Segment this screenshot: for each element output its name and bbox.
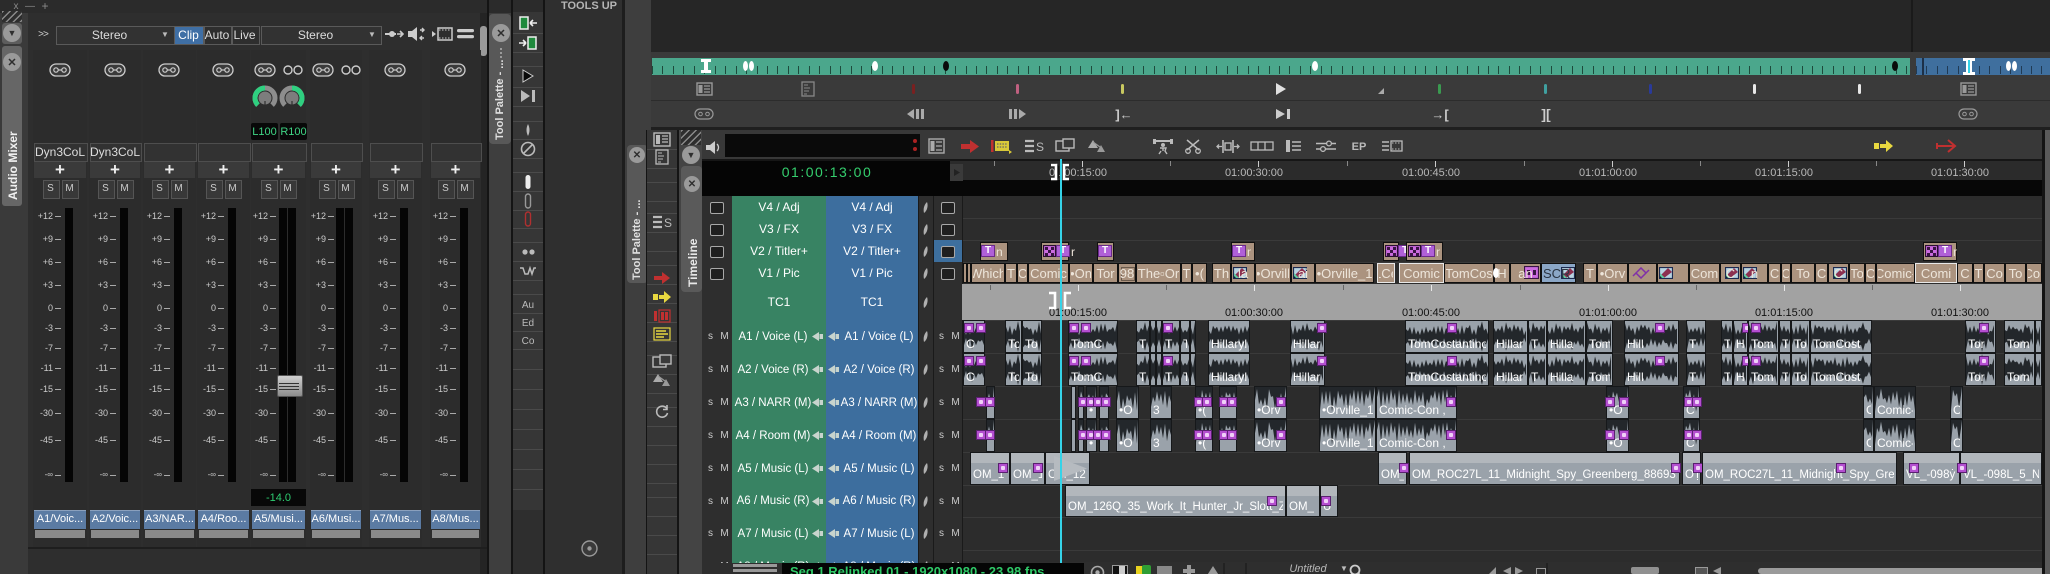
svg-text:S: S xyxy=(664,216,672,229)
svg-text:S: S xyxy=(1036,140,1044,153)
